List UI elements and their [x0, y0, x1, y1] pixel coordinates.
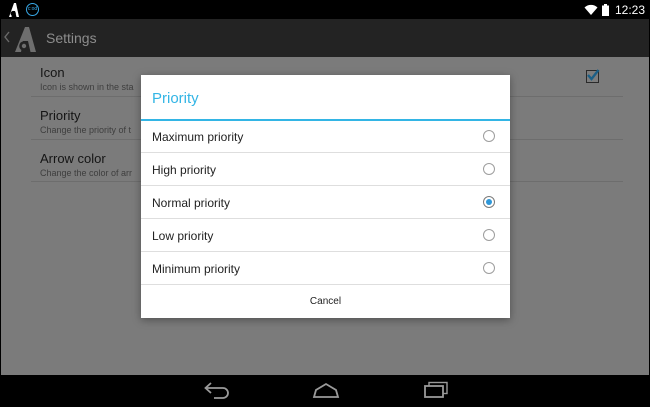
pref-title: Arrow color [40, 151, 106, 166]
cancel-button[interactable]: Cancel [141, 285, 510, 318]
radio-button[interactable] [483, 262, 495, 274]
option-minimum-priority[interactable]: Minimum priority [141, 252, 510, 285]
nav-recents-icon[interactable] [422, 381, 450, 399]
notification-text: c:od [27, 6, 38, 12]
option-label: Low priority [152, 229, 214, 243]
option-label: Minimum priority [152, 262, 241, 276]
nav-home-icon[interactable] [312, 381, 340, 399]
wifi-icon [584, 4, 598, 15]
pref-priority[interactable]: Priority Change the priority of t [40, 108, 131, 135]
page-title: Settings [46, 30, 97, 46]
option-high-priority[interactable]: High priority [141, 153, 510, 186]
app-logo-icon[interactable] [12, 25, 40, 53]
pref-icon[interactable]: Icon Icon is shown in the sta [40, 65, 134, 92]
nav-back-icon[interactable] [202, 381, 232, 399]
screen: c:od 12:23 Settings Icon Icon is shown i… [0, 0, 650, 407]
priority-dialog: Priority Maximum priority High priority … [141, 75, 510, 318]
dialog-title: Priority [152, 90, 199, 107]
pref-arrow-color[interactable]: Arrow color Change the color of arr [40, 151, 132, 178]
chevron-left-icon[interactable] [4, 31, 10, 43]
status-bar: c:od 12:23 [1, 1, 649, 19]
action-bar: Settings [1, 19, 649, 57]
battery-icon [601, 4, 609, 16]
pref-summary: Change the color of arr [40, 168, 133, 178]
clock: 12:23 [614, 3, 645, 17]
icon-checkbox[interactable] [586, 69, 600, 83]
option-label: High priority [152, 163, 217, 177]
pref-summary: Icon is shown in the sta [40, 82, 134, 92]
option-label: Maximum priority [152, 130, 244, 144]
radio-button[interactable] [483, 163, 495, 175]
radio-dot [486, 199, 492, 205]
pref-summary: Change the priority of t [40, 125, 132, 135]
option-low-priority[interactable]: Low priority [141, 219, 510, 252]
checkmark-icon [587, 69, 600, 81]
radio-button[interactable] [483, 229, 495, 241]
option-normal-priority[interactable]: Normal priority [141, 186, 510, 219]
option-maximum-priority[interactable]: Maximum priority [141, 120, 510, 153]
ring-badge-icon: c:od [26, 3, 39, 16]
radio-button-selected[interactable] [483, 196, 495, 208]
navigation-bar [1, 375, 649, 406]
pref-title: Priority [40, 108, 81, 123]
radio-button[interactable] [483, 130, 495, 142]
pref-title: Icon [40, 65, 65, 80]
app-logo-icon [9, 3, 19, 17]
option-label: Normal priority [152, 196, 231, 210]
